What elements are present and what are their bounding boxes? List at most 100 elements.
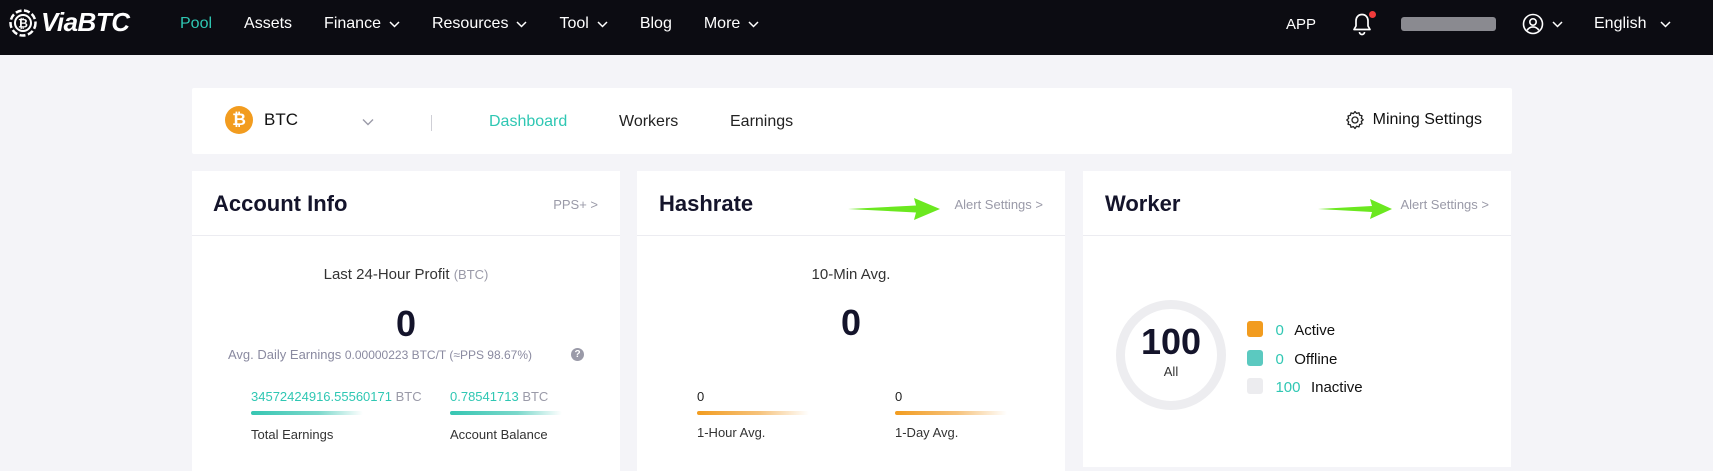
chevron-down-icon bbox=[389, 20, 400, 28]
profit-value: 0 bbox=[395, 303, 417, 344]
hashrate-alert-settings-link[interactable]: Alert Settings > bbox=[954, 197, 1043, 212]
chevron-down-icon bbox=[1660, 20, 1672, 28]
nav-item-resources[interactable]: Resources bbox=[432, 15, 527, 33]
mining-settings-button[interactable]: Mining Settings bbox=[1345, 110, 1482, 130]
legend-active[interactable]: 0 Active bbox=[1247, 321, 1335, 340]
legend-swatch-inactive bbox=[1247, 378, 1263, 394]
account-balance-value[interactable]: 0.78541713 bbox=[450, 389, 519, 404]
avg-daily-value: 0.00000223 BTC/T (≈PPS 98.67%) bbox=[344, 348, 532, 362]
worker-total-label: All bbox=[1163, 364, 1179, 379]
avg10-value: 0 bbox=[840, 302, 862, 343]
coin-subheader: ₿ BTC Dashboard Workers Earnings Mining … bbox=[192, 88, 1512, 154]
day-avg-label: 1-Day Avg. bbox=[895, 425, 959, 440]
nav-label: Assets bbox=[244, 15, 293, 32]
chevron-down-icon bbox=[748, 20, 759, 28]
total-earnings-bar bbox=[251, 411, 363, 415]
nav-right-app[interactable]: APP bbox=[1286, 0, 1316, 48]
nav-item-assets[interactable]: Assets bbox=[244, 15, 292, 33]
chevron-down-icon bbox=[1552, 20, 1563, 28]
avg10-label: 10-Min Avg. bbox=[811, 266, 891, 283]
day-avg-block: 0 1-Day Avg. bbox=[895, 389, 1007, 440]
help-icon[interactable]: ? bbox=[571, 348, 584, 361]
chevron-down-icon bbox=[516, 20, 527, 28]
coin-selector-label[interactable]: BTC bbox=[264, 110, 298, 130]
legend-swatch-active bbox=[1247, 321, 1263, 337]
user-menu[interactable] bbox=[1522, 0, 1563, 48]
account-name-redacted[interactable] bbox=[1401, 0, 1496, 48]
hour-avg-value: 0 bbox=[697, 389, 705, 404]
tab-earnings[interactable]: Earnings bbox=[730, 113, 793, 131]
offline-count: 0 bbox=[1275, 351, 1284, 368]
worker-total-value: 100 bbox=[1140, 321, 1202, 362]
hour-avg-label: 1-Hour Avg. bbox=[697, 425, 766, 440]
inactive-label: Inactive bbox=[1310, 379, 1363, 396]
hour-avg-bar bbox=[697, 411, 809, 415]
top-nav-bar: ₿ ViaBTC Pool Assets Finance Resources T… bbox=[0, 0, 1713, 55]
language-selector[interactable]: English bbox=[1594, 0, 1672, 48]
account-balance-bar bbox=[450, 411, 562, 415]
total-earnings-value[interactable]: 34572424916.55560171 bbox=[251, 389, 392, 404]
btc-coin-icon: ₿ bbox=[225, 106, 253, 134]
account-balance-unit: BTC bbox=[522, 389, 549, 404]
total-earnings-unit: BTC bbox=[395, 389, 422, 404]
nav-label: Blog bbox=[639, 15, 672, 32]
hour-avg-block: 0 1-Hour Avg. bbox=[697, 389, 809, 440]
redacted-username bbox=[1401, 17, 1496, 31]
active-label: Active bbox=[1294, 322, 1336, 339]
total-earnings-label: Total Earnings bbox=[251, 427, 334, 442]
legend-inactive[interactable]: 100 Inactive bbox=[1247, 378, 1363, 397]
total-earnings-value-row: 34572424916.55560171 BTC bbox=[251, 389, 422, 404]
user-icon[interactable] bbox=[1522, 13, 1544, 35]
profit-label-row: Last 24-Hour Profit (BTC) bbox=[192, 266, 620, 283]
card-title: Hashrate bbox=[659, 191, 754, 216]
nav-item-pool[interactable]: Pool bbox=[180, 15, 212, 33]
annotation-arrow-icon bbox=[1318, 199, 1392, 219]
viabtc-logo[interactable]: ₿ ViaBTC bbox=[8, 7, 130, 38]
main-nav: Pool Assets Finance Resources Tool Blog … bbox=[180, 0, 759, 48]
nav-item-more[interactable]: More bbox=[704, 15, 759, 33]
account-info-card: Account Info PPS+ > Last 24-Hour Profit … bbox=[192, 171, 620, 471]
bell-icon[interactable] bbox=[1351, 11, 1376, 36]
mining-settings-label: Mining Settings bbox=[1372, 111, 1482, 128]
offline-label: Offline bbox=[1294, 351, 1338, 368]
pps-plus-link[interactable]: PPS+ > bbox=[553, 197, 598, 212]
account-balance-label: Account Balance bbox=[450, 427, 548, 442]
account-balance-block: 0.78541713 BTC Account Balance bbox=[450, 389, 562, 442]
tab-workers[interactable]: Workers bbox=[619, 113, 678, 131]
nav-item-blog[interactable]: Blog bbox=[640, 15, 672, 33]
day-avg-value: 0 bbox=[895, 389, 903, 404]
day-avg-bar bbox=[895, 411, 1007, 415]
nav-label: More bbox=[703, 15, 741, 32]
notification-bell[interactable] bbox=[1351, 0, 1376, 48]
nav-item-tool[interactable]: Tool bbox=[559, 15, 608, 33]
hashrate-card: Hashrate Alert Settings > 10-Min Avg. 0 … bbox=[637, 171, 1065, 471]
balance-value-row: 0.78541713 BTC bbox=[450, 389, 562, 404]
viabtc-logo-icon: ₿ bbox=[9, 8, 37, 37]
app-link[interactable]: APP bbox=[1286, 16, 1316, 33]
divider bbox=[431, 115, 432, 131]
gear-icon bbox=[1345, 110, 1373, 130]
nav-label: Resources bbox=[431, 15, 509, 32]
chevron-down-icon bbox=[597, 20, 608, 28]
card-title: Account Info bbox=[213, 191, 348, 216]
coin-chevron-down-icon[interactable] bbox=[362, 113, 374, 131]
total-earnings-block: 34572424916.55560171 BTC Total Earnings bbox=[251, 389, 422, 442]
profit-unit: (BTC) bbox=[453, 267, 489, 282]
avg-daily-earnings-row: Avg. Daily Earnings 0.00000223 BTC/T (≈P… bbox=[228, 347, 532, 362]
card-title: Worker bbox=[1105, 191, 1181, 216]
tab-dashboard[interactable]: Dashboard bbox=[489, 113, 567, 131]
profit-label: Last 24-Hour Profit bbox=[323, 266, 450, 283]
card-header: Account Info PPS+ > bbox=[192, 171, 620, 236]
language-label[interactable]: English bbox=[1594, 15, 1646, 33]
nav-label: Pool bbox=[180, 15, 213, 32]
avg-daily-label: Avg. Daily Earnings bbox=[228, 347, 342, 362]
card-header: Worker Alert Settings > bbox=[1083, 171, 1511, 236]
card-header: Hashrate Alert Settings > bbox=[637, 171, 1065, 236]
annotation-arrow-icon bbox=[848, 198, 940, 220]
nav-item-finance[interactable]: Finance bbox=[324, 15, 400, 33]
legend-offline[interactable]: 0 Offline bbox=[1247, 350, 1337, 369]
worker-alert-settings-link[interactable]: Alert Settings > bbox=[1400, 197, 1489, 212]
nav-label: Finance bbox=[324, 15, 381, 32]
worker-card: Worker Alert Settings > 100 All 0 Active… bbox=[1083, 171, 1511, 467]
notification-dot bbox=[1369, 11, 1376, 18]
